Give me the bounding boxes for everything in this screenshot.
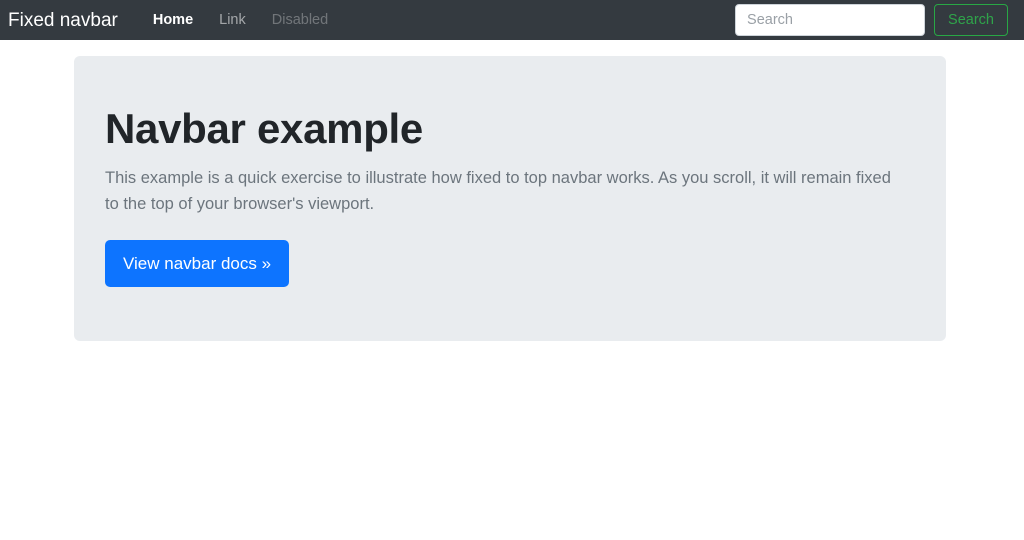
nav-link-link[interactable]: Link — [206, 5, 259, 36]
nav-link-disabled: Disabled — [271, 11, 329, 28]
nav-item-disabled: Disabled — [259, 5, 341, 36]
search-button[interactable]: Search — [934, 4, 1008, 36]
jumbotron-lead-text: This example is a quick exercise to illu… — [105, 169, 891, 213]
nav-link-home[interactable]: Home — [140, 5, 206, 36]
fixed-navbar: Fixed navbar Home Link Disabled Search — [0, 0, 1024, 40]
navbar-brand[interactable]: Fixed navbar — [8, 10, 118, 30]
search-input[interactable] — [735, 4, 926, 36]
main-content: Navbar example This example is a quick e… — [0, 40, 1024, 341]
jumbotron: Navbar example This example is a quick e… — [74, 56, 946, 341]
view-navbar-docs-button[interactable]: View navbar docs » — [105, 239, 290, 287]
nav-item-link: Link — [206, 5, 259, 36]
navbar-search-form: Search — [735, 4, 1008, 36]
navbar-nav: Home Link Disabled — [140, 5, 341, 36]
page-title: Navbar example — [105, 105, 423, 152]
nav-item-home: Home — [140, 5, 206, 36]
